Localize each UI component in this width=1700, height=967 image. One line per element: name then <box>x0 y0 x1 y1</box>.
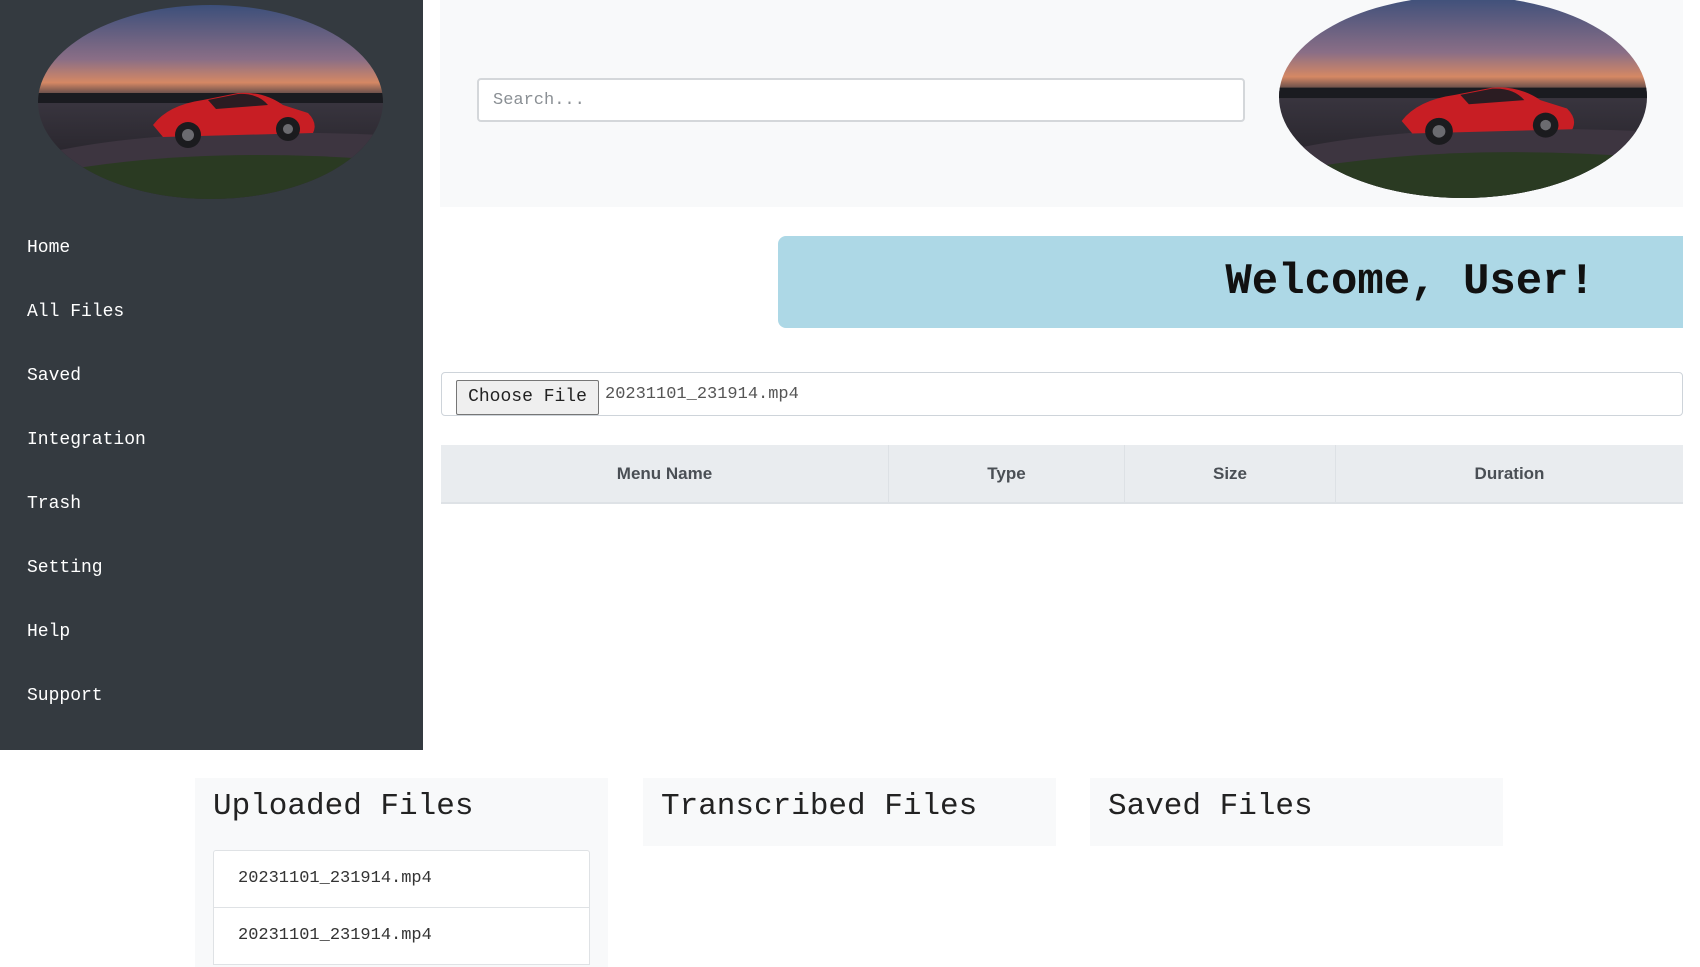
file-upload-field[interactable]: Choose File 20231101_231914.mp4 <box>441 372 1683 416</box>
car-image <box>38 5 383 199</box>
list-item[interactable]: 20231101_231914.mp4 <box>213 850 590 908</box>
list-item[interactable]: 20231101_231914.mp4 <box>213 907 590 965</box>
files-table-header: Menu Name Type Size Duration <box>441 445 1683 504</box>
search-input[interactable] <box>477 78 1245 122</box>
sidebar-car-logo <box>38 5 383 199</box>
selected-file-name: 20231101_231914.mp4 <box>605 385 799 404</box>
column-header-menu-name[interactable]: Menu Name <box>441 445 889 502</box>
sidebar-item-trash[interactable]: Trash <box>0 472 423 536</box>
choose-file-button[interactable]: Choose File <box>456 380 599 415</box>
transcribed-files-panel: Transcribed Files <box>643 778 1056 846</box>
sidebar: Home All Files Saved Integration Trash S… <box>0 0 423 750</box>
uploaded-files-list: 20231101_231914.mp4 20231101_231914.mp4 <box>213 850 590 965</box>
sidebar-item-saved[interactable]: Saved <box>0 344 423 408</box>
saved-files-panel: Saved Files <box>1090 778 1503 846</box>
uploaded-files-title: Uploaded Files <box>213 789 474 824</box>
welcome-banner: Welcome, User! <box>778 236 1683 328</box>
sidebar-item-all-files[interactable]: All Files <box>0 280 423 344</box>
sidebar-item-setting[interactable]: Setting <box>0 536 423 600</box>
sidebar-item-help[interactable]: Help <box>0 600 423 664</box>
column-header-duration[interactable]: Duration <box>1336 445 1683 502</box>
sidebar-item-integration[interactable]: Integration <box>0 408 423 472</box>
sidebar-item-support[interactable]: Support <box>0 664 423 728</box>
sidebar-item-home[interactable]: Home <box>0 216 423 280</box>
header-car-logo <box>1279 0 1647 198</box>
car-image <box>1279 0 1647 198</box>
transcribed-files-title: Transcribed Files <box>661 789 978 824</box>
saved-files-title: Saved Files <box>1108 789 1313 824</box>
uploaded-files-panel: Uploaded Files 20231101_231914.mp4 20231… <box>195 778 608 967</box>
sidebar-nav: Home All Files Saved Integration Trash S… <box>0 216 423 728</box>
top-header <box>440 0 1683 207</box>
column-header-type[interactable]: Type <box>889 445 1125 502</box>
column-header-size[interactable]: Size <box>1125 445 1336 502</box>
